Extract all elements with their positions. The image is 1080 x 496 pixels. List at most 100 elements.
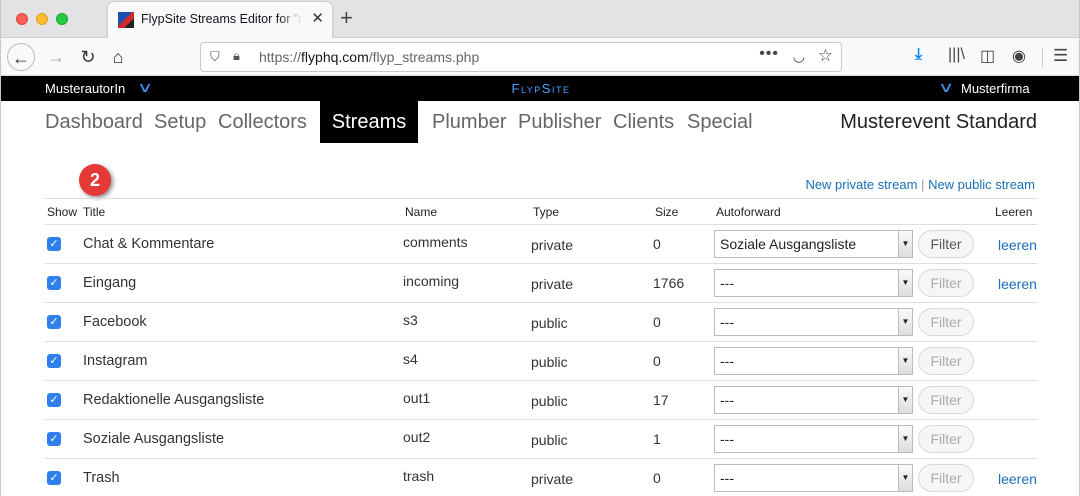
pocket-icon[interactable]: ◡	[793, 48, 805, 65]
autoforward-select[interactable]: --- ▼	[714, 347, 913, 375]
filter-button[interactable]: Filter	[918, 269, 974, 297]
autoforward-select[interactable]: Soziale Ausgangsliste ▼	[714, 230, 913, 258]
leeren-link[interactable]: leeren	[998, 237, 1037, 253]
stream-name: out1	[403, 390, 431, 406]
library-icon[interactable]: |||\	[948, 46, 965, 64]
chevron-down-icon[interactable]: ∨	[938, 79, 954, 96]
dropdown-arrow-icon[interactable]: ▼	[898, 387, 912, 413]
autoforward-value: ---	[720, 392, 734, 408]
download-icon[interactable]: ⤓	[915, 46, 922, 64]
filter-button[interactable]: Filter	[918, 347, 974, 375]
leeren-link[interactable]: leeren	[998, 471, 1037, 487]
autoforward-value: ---	[720, 353, 734, 369]
show-checkbox[interactable]: ✓	[47, 237, 61, 251]
dropdown-arrow-icon[interactable]: ▼	[898, 231, 912, 257]
home-icon[interactable]: ⌂	[104, 43, 132, 71]
leeren-link[interactable]: leeren	[998, 276, 1037, 292]
table-row: ✓ Eingang incoming private 1766 --- ▼ Filter lee…	[45, 264, 1037, 303]
header-type: Type	[533, 205, 560, 219]
stream-type: public	[531, 432, 568, 448]
main-navigation: Dashboard Setup Collectors Streams Plumb…	[1, 101, 1079, 143]
filter-button[interactable]: Filter	[918, 308, 974, 336]
dropdown-arrow-icon[interactable]: ▼	[898, 465, 912, 491]
stream-name: s3	[403, 312, 418, 328]
table-row: ✓ Chat & Kommentare comments private 0 Sozial…	[45, 225, 1037, 264]
show-checkbox[interactable]: ✓	[47, 393, 61, 407]
autoforward-value: ---	[720, 470, 734, 486]
streams-table: Show Title Name Type Size Autoforward Le…	[45, 198, 1037, 496]
filter-button[interactable]: Filter	[918, 386, 974, 414]
nav-collectors[interactable]: Collectors	[218, 111, 307, 134]
browser-window: FlypSite Streams Editor for "mu ✕ + ← → …	[0, 0, 1080, 496]
show-checkbox[interactable]: ✓	[47, 315, 61, 329]
dropdown-arrow-icon[interactable]: ▼	[898, 270, 912, 296]
table-row: ✓ Redaktionelle Ausgangsliste out1 public 17…	[45, 381, 1037, 420]
new-private-stream-link[interactable]: New private stream	[805, 177, 917, 192]
show-checkbox[interactable]: ✓	[47, 354, 61, 368]
dropdown-arrow-icon[interactable]: ▼	[898, 309, 912, 335]
table-header: Show Title Name Type Size Autoforward Le…	[45, 199, 1037, 225]
event-title: Musterevent Standard	[840, 111, 1037, 133]
nav-dashboard[interactable]: Dashboard	[45, 111, 143, 134]
brand-logo[interactable]: FlypSite	[1, 81, 1079, 96]
toolbar-divider	[1042, 47, 1043, 67]
autoforward-select[interactable]: --- ▼	[714, 308, 913, 336]
new-public-stream-link[interactable]: New public stream	[928, 177, 1035, 192]
stream-title: Soziale Ausgangsliste	[83, 431, 225, 447]
show-checkbox[interactable]: ✓	[47, 276, 61, 290]
bookmark-star-icon[interactable]: ☆	[818, 46, 833, 66]
stream-size: 1766	[653, 275, 685, 291]
address-bar[interactable]: ⛉ 🔒︎ https://flyphq.com/flyp_streams.php…	[200, 42, 842, 72]
filter-button[interactable]: Filter	[918, 425, 974, 453]
stream-size: 0	[653, 314, 661, 330]
stream-name: trash	[403, 468, 435, 484]
autoforward-select[interactable]: --- ▼	[714, 464, 913, 492]
nav-plumber[interactable]: Plumber	[432, 111, 506, 134]
table-row: ✓ Instagram s4 public 0 --- ▼ Filter	[45, 342, 1037, 381]
stream-size: 0	[653, 353, 661, 369]
autoforward-select[interactable]: --- ▼	[714, 269, 913, 297]
company-menu[interactable]: Musterfirma	[961, 81, 1030, 96]
stream-title: Instagram	[83, 353, 148, 369]
lock-icon[interactable]: 🔒︎	[233, 48, 240, 64]
nav-special[interactable]: Special	[687, 111, 753, 134]
dropdown-arrow-icon[interactable]: ▼	[898, 426, 912, 452]
hamburger-menu-icon[interactable]: ☰	[1053, 46, 1068, 66]
tab-close-icon[interactable]: ✕	[311, 11, 324, 27]
nav-streams[interactable]: Streams	[320, 101, 418, 143]
show-checkbox[interactable]: ✓	[47, 432, 61, 446]
nav-clients[interactable]: Clients	[613, 111, 674, 134]
forward-icon[interactable]: →	[42, 43, 70, 71]
browser-toolbar: ← → ↻ ⌂ ⛉ 🔒︎ https://flyphq.com/flyp_str…	[1, 38, 1079, 76]
nav-publisher[interactable]: Publisher	[518, 111, 601, 134]
zoom-window-button[interactable]	[56, 13, 68, 25]
dropdown-arrow-icon[interactable]: ▼	[898, 348, 912, 374]
sidebar-icon[interactable]: ◫	[980, 46, 995, 66]
autoforward-select[interactable]: --- ▼	[714, 386, 913, 414]
autoforward-value: ---	[720, 314, 734, 330]
url-text[interactable]: https://flyphq.com/flyp_streams.php	[259, 49, 479, 65]
account-icon[interactable]: ◉	[1012, 46, 1026, 66]
browser-tab[interactable]: FlypSite Streams Editor for "mu ✕	[108, 2, 332, 38]
page-actions-icon[interactable]: •••	[759, 45, 779, 63]
close-window-button[interactable]	[16, 13, 28, 25]
shield-icon[interactable]: ⛉	[210, 49, 220, 65]
nav-setup[interactable]: Setup	[154, 111, 206, 134]
link-separator: |	[921, 177, 925, 192]
back-icon[interactable]: ←	[7, 43, 35, 71]
filter-button[interactable]: Filter	[918, 464, 974, 492]
minimize-window-button[interactable]	[36, 13, 48, 25]
stream-title: Eingang	[83, 275, 137, 291]
stream-name: out2	[403, 429, 431, 445]
autoforward-select[interactable]: --- ▼	[714, 425, 913, 453]
table-row: ✓ Trash trash private 0 --- ▼ Filter leeren	[45, 459, 1037, 496]
filter-button[interactable]: Filter	[918, 230, 974, 258]
new-tab-icon[interactable]: +	[340, 6, 353, 30]
table-body: ✓ Chat & Kommentare comments private 0 Sozial…	[45, 225, 1037, 496]
stream-title: Chat & Kommentare	[83, 236, 215, 252]
favicon-icon	[118, 12, 134, 28]
header-autoforward: Autoforward	[716, 205, 781, 219]
show-checkbox[interactable]: ✓	[47, 471, 61, 485]
autoforward-value: Soziale Ausgangsliste	[720, 236, 857, 252]
reload-icon[interactable]: ↻	[74, 43, 102, 71]
